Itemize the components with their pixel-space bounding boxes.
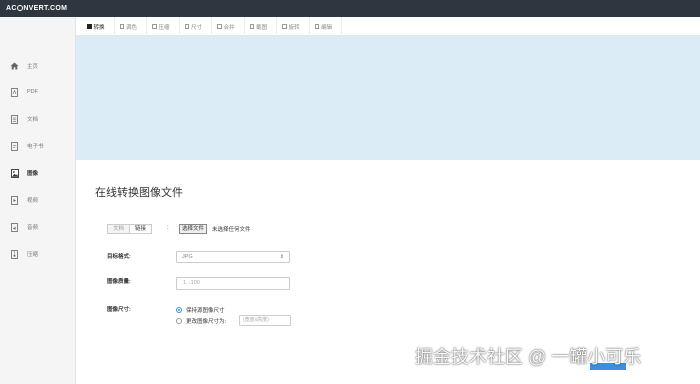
checkbox-icon [282,24,287,29]
radio-keep-size[interactable] [176,307,182,313]
brand-logo[interactable]: AC NVERT.COM [0,0,76,17]
tab-edit[interactable]: 编辑 [310,17,343,36]
top-bar [76,0,700,17]
checkbox-icon [217,24,222,29]
watermark: 掘金技术社区 @ 一罐小可乐 [415,347,642,367]
choose-file-button[interactable]: 选择文件 [179,224,208,234]
home-icon [10,61,19,71]
page-title: 在线转换图像文件 [95,187,183,199]
format-select-value: JPG [182,254,193,260]
checkbox-icon [87,24,92,29]
select-arrows-icon: ⇕ [279,254,284,260]
format-label: 目标格式: [107,254,131,260]
checkbox-icon [152,24,157,29]
tool-tabs: 转换 调色 压缩 尺寸 合并 截图 旋转 编辑 [76,17,700,36]
ebook-icon [10,141,19,151]
tab-resize[interactable]: 尺寸 [180,17,213,36]
radio-change-size-label: 更改图像尺寸为: [186,319,227,325]
video-icon [10,195,19,205]
radio-keep-size-label: 保持源图像尺寸 [186,308,225,314]
file-status: 未选择任何文件 [212,227,251,233]
checkbox-icon [314,24,320,29]
checkbox-icon [119,24,125,29]
radio-change-size[interactable] [176,318,182,324]
size-label: 图像尺寸: [107,307,131,313]
sidebar-item-pdf[interactable]: PDF [10,86,74,98]
sidebar-item-document[interactable]: 文档 [10,113,74,125]
source-option-link[interactable]: 链接 [129,224,153,234]
tab-rotate[interactable]: 旋转 [277,17,310,36]
image-icon [10,168,19,178]
tab-screenshot[interactable]: 截图 [245,17,278,36]
tab-merge[interactable]: 合并 [212,17,245,36]
document-icon [10,114,19,124]
source-toggle: 文档 链接 [107,224,153,234]
sidebar [0,0,76,384]
source-option-document[interactable]: 文档 [107,224,130,234]
tab-compress[interactable]: 压缩 [147,17,180,36]
dimension-input[interactable]: (宽度x高度) [239,315,291,326]
sidebar-item-video[interactable]: 视频 [10,194,74,206]
audio-icon [10,222,19,232]
source-colon: : [167,225,169,231]
sidebar-item-home[interactable]: 主页 [10,60,74,72]
sidebar-item-image[interactable]: 图像 [10,167,74,179]
archive-icon [10,249,19,259]
sidebar-item-ebook[interactable]: 电子书 [10,140,74,152]
quality-input[interactable]: 1...100 [176,277,290,290]
sidebar-item-archive[interactable]: 压缩 [10,248,74,260]
quality-label: 图像质量: [107,279,131,285]
checkbox-icon [184,24,190,29]
pdf-file-icon [10,87,19,97]
checkbox-icon [249,24,255,29]
tab-color[interactable]: 调色 [115,17,148,36]
banner-area [76,36,700,160]
format-select[interactable]: JPG ⇕ [176,251,290,263]
sidebar-item-audio[interactable]: 音频 [10,221,74,233]
tab-convert[interactable]: 转换 [82,17,115,36]
